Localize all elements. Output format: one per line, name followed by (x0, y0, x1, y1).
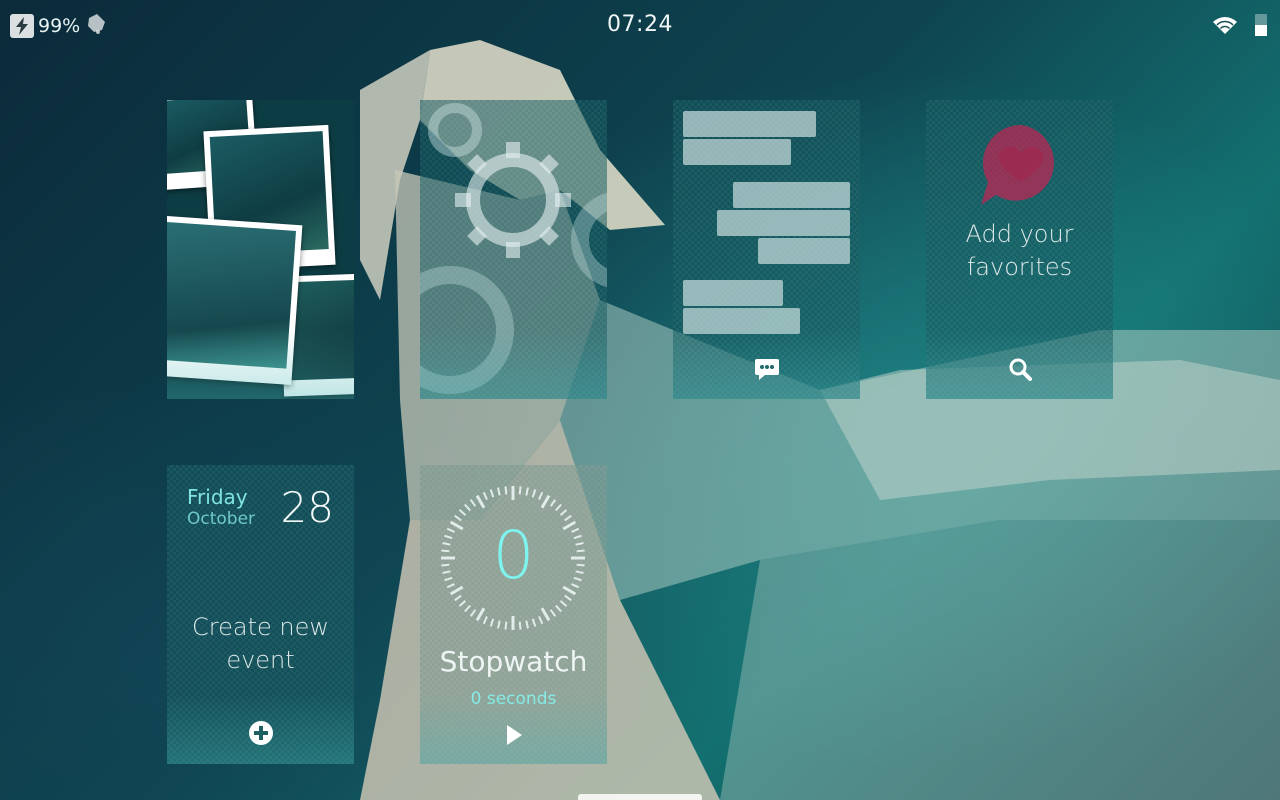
dial-tick (559, 600, 568, 607)
create-event-line2: event (226, 646, 295, 674)
status-bar: 99% 07:24 (0, 0, 1280, 50)
dial-tick (549, 499, 557, 507)
dial-tick (458, 509, 467, 516)
calendar-month: October (187, 509, 256, 529)
dial-tick (531, 618, 537, 627)
favorites-line1: Add your (965, 220, 1074, 248)
dial-tick (538, 491, 544, 500)
messages-tile[interactable] (673, 100, 860, 399)
message-bubble (683, 280, 783, 306)
message-bubble (733, 182, 850, 208)
calendar-date: 28 (280, 483, 334, 532)
dial-tick (454, 594, 462, 602)
status-clock: 07:24 (607, 12, 673, 37)
dial-tick (531, 489, 537, 498)
dial-tick (518, 621, 522, 630)
calendar-tile[interactable]: Friday October 28 Create new event (167, 465, 354, 764)
dial-tick (482, 491, 488, 500)
dial-tick (538, 616, 544, 625)
dial-tick (497, 620, 501, 629)
favorites-line2: favorites (966, 253, 1073, 281)
gallery-photo (167, 214, 303, 386)
message-bubble (758, 238, 850, 264)
dial-tick (518, 486, 522, 495)
dial-tick (464, 604, 471, 613)
dial-tick (489, 489, 495, 498)
dial-tick (464, 503, 471, 512)
search-icon[interactable] (926, 357, 1113, 381)
dial-tick (454, 514, 462, 522)
chat-bubble-icon[interactable] (673, 357, 860, 381)
heart-pin-icon (981, 124, 1054, 205)
wifi-icon[interactable] (1212, 15, 1238, 39)
dial-tick (489, 618, 495, 627)
gallery-tile[interactable] (167, 100, 354, 399)
status-right (1212, 13, 1268, 41)
dial-tick (475, 494, 486, 509)
dial-tick (482, 616, 488, 625)
message-bubble (717, 210, 850, 236)
sim-card-icon[interactable] (1254, 13, 1268, 41)
dial-tick (504, 486, 508, 495)
message-bubble (683, 308, 800, 334)
dial-tick (540, 607, 551, 622)
stopwatch-subtitle: 0 seconds (470, 689, 557, 709)
stopwatch-value: 0 (492, 517, 535, 594)
plus-circle-icon[interactable] (167, 720, 354, 746)
dial-tick (555, 503, 562, 512)
stopwatch-tile[interactable]: 0 Stopwatch 0 seconds (420, 465, 607, 764)
dial-tick (525, 620, 529, 629)
dial-tick (504, 621, 508, 630)
favorites-label: Add your favorites (926, 218, 1113, 284)
favorites-tile[interactable]: Add your favorites (926, 100, 1113, 399)
stopwatch-title: Stopwatch (439, 645, 588, 678)
home-indicator[interactable] (578, 794, 702, 800)
play-icon[interactable] (420, 724, 607, 746)
dial-tick (525, 487, 529, 496)
dial-tick (559, 509, 568, 516)
dial-tick (475, 607, 486, 622)
dial-tick (549, 609, 557, 617)
dial-tick (469, 609, 477, 617)
create-event-line1: Create new (192, 613, 329, 641)
settings-tile[interactable] (420, 100, 607, 399)
dial-tick (540, 494, 551, 509)
gear-icon (420, 103, 607, 394)
dial-tick (458, 600, 467, 607)
dial-tick (555, 604, 562, 613)
dial-tick (469, 499, 477, 507)
create-event-label: Create new event (167, 611, 354, 677)
message-bubble (683, 139, 791, 165)
message-bubble (683, 111, 816, 137)
dial-tick (497, 487, 501, 496)
calendar-weekday: Friday (187, 485, 248, 509)
dial-tick (564, 514, 572, 522)
dial-tick (564, 594, 572, 602)
